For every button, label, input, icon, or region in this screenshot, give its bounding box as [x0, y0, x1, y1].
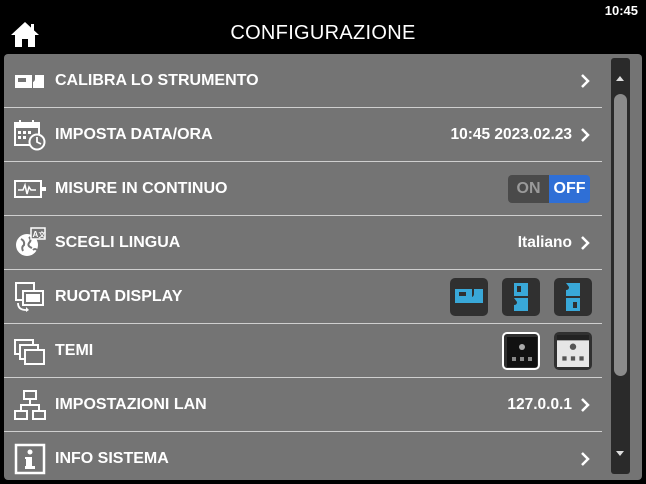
network-icon	[14, 390, 46, 420]
clock: 10:45	[604, 3, 638, 18]
rotate-display-icon	[15, 282, 44, 312]
continuous-toggle[interactable]: ON OFF	[508, 175, 590, 203]
row-language[interactable]: A 文 SCEGLI LINGUA Italiano	[4, 216, 602, 270]
info-icon	[14, 443, 46, 475]
waveform-icon	[14, 180, 46, 198]
row-continuous-measure: MISURE IN CONTINUO ON OFF	[4, 162, 602, 216]
row-label: SCEGLI LINGUA	[55, 234, 181, 251]
date-time-value: 10:45 2023.02.23	[450, 126, 572, 143]
row-label: MISURE IN CONTINUO	[55, 180, 228, 197]
rotate-portrait-right-icon	[566, 283, 580, 311]
theme-dark-preview	[507, 337, 537, 367]
scroll-up-arrow-icon[interactable]	[616, 76, 624, 81]
rotate-portrait-right-button[interactable]	[554, 278, 592, 316]
chevron-right-icon	[581, 128, 590, 142]
calendar-clock-icon	[14, 120, 46, 151]
row-calibrate[interactable]: CALIBRA LO STRUMENTO	[4, 54, 602, 108]
chevron-right-icon	[581, 452, 590, 466]
row-themes: TEMI	[4, 324, 602, 378]
theme-light-preview	[557, 335, 589, 367]
toggle-off[interactable]: OFF	[549, 175, 590, 203]
themes-icon	[14, 339, 45, 365]
row-date-time[interactable]: IMPOSTA DATA/ORA 10:45 2023.02.23	[4, 108, 602, 162]
calibrate-icon	[15, 75, 44, 88]
chevron-right-icon	[581, 398, 590, 412]
rotate-portrait-left-button[interactable]	[502, 278, 540, 316]
theme-light-button[interactable]	[554, 332, 592, 370]
ip-address-value: 127.0.0.1	[507, 396, 572, 413]
row-label: CALIBRA LO STRUMENTO	[55, 72, 259, 89]
row-label: INFO SISTEMA	[55, 450, 169, 467]
chevron-right-icon	[581, 74, 590, 88]
scroll-down-arrow-icon[interactable]	[616, 451, 624, 456]
scrollbar-thumb[interactable]	[614, 94, 627, 376]
settings-panel: CALIBRA LO STRUMENTO IMPOSTA DATA/ORA 10…	[4, 54, 642, 480]
row-rotate-display: RUOTA DISPLAY	[4, 270, 602, 324]
row-system-info[interactable]: INFO SISTEMA	[4, 432, 602, 480]
toggle-on[interactable]: ON	[508, 175, 549, 203]
row-label: IMPOSTA DATA/ORA	[55, 126, 213, 143]
row-lan-settings[interactable]: IMPOSTAZIONI LAN 127.0.0.1	[4, 378, 602, 432]
rotate-portrait-left-icon	[514, 283, 528, 311]
page-title: CONFIGURAZIONE	[230, 22, 416, 44]
row-label: RUOTA DISPLAY	[55, 288, 183, 305]
row-label: IMPOSTAZIONI LAN	[55, 396, 207, 413]
svg-text:文: 文	[39, 230, 47, 239]
theme-dark-button[interactable]	[502, 332, 540, 370]
top-bar: 10:45 CONFIGURAZIONE	[0, 0, 646, 54]
language-value: Italiano	[517, 234, 572, 251]
rotate-landscape-button[interactable]	[450, 278, 488, 316]
rotate-landscape-icon	[455, 289, 483, 303]
scrollbar[interactable]	[611, 58, 630, 474]
chevron-right-icon	[581, 236, 590, 250]
globe-language-icon: A 文	[16, 227, 47, 256]
row-label: TEMI	[55, 342, 94, 359]
